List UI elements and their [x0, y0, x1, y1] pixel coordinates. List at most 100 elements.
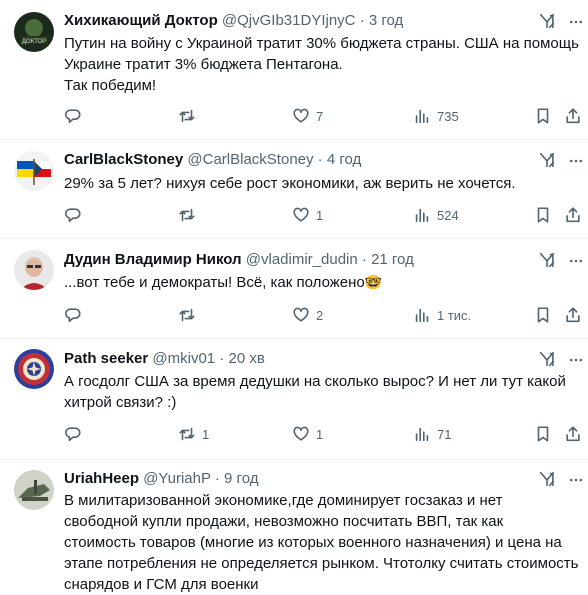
timestamp[interactable]: 20 хв	[229, 350, 265, 367]
avatar[interactable]	[14, 250, 54, 290]
bookmark-icon[interactable]	[534, 306, 552, 324]
like-button[interactable]: 1	[292, 424, 323, 444]
heart-icon	[293, 307, 309, 322]
views-button[interactable]: 71	[413, 424, 451, 444]
retweet-icon	[179, 308, 195, 322]
view-count: 71	[437, 426, 452, 442]
reply-icon	[65, 427, 81, 442]
reply-icon	[65, 208, 81, 223]
reply-button[interactable]	[64, 106, 88, 126]
tweet-text-line: В милитаризованной экономике,где доминир…	[64, 492, 503, 509]
like-count: 1	[316, 426, 324, 442]
more-icon[interactable]	[568, 253, 584, 269]
more-icon[interactable]	[568, 153, 584, 169]
separator-dot: ·	[361, 251, 367, 268]
like-count: 7	[316, 108, 324, 124]
view-count: 735	[437, 108, 459, 124]
views-icon	[415, 427, 429, 442]
bookmark-icon[interactable]	[534, 206, 552, 224]
author-handle[interactable]: @mkiv01	[152, 350, 215, 367]
action-bar: 1 524	[64, 205, 588, 225]
timestamp[interactable]: 3 год	[369, 12, 403, 29]
author-name[interactable]: CarlBlackStoney	[64, 151, 183, 168]
tweet-text: В милитаризованной экономике,где доминир…	[64, 490, 579, 595]
views-button[interactable]: 524	[413, 205, 459, 225]
tweet-text-line: этапе потребления не определяется рынком…	[64, 555, 579, 572]
tweet-text-line: Украине тратит 3% бюджета Пентагона.	[64, 56, 343, 73]
author-name[interactable]: Дудин Владимир Никол	[64, 251, 242, 268]
tweet-text-line: свободной купли продажи, невозможно посч…	[64, 513, 504, 530]
grok-icon[interactable]	[538, 251, 556, 269]
separator-dot: ·	[214, 470, 220, 487]
reply-button[interactable]	[64, 305, 88, 325]
separator-dot: ·	[219, 350, 225, 367]
grok-icon[interactable]	[538, 12, 556, 30]
retweet-button[interactable]	[178, 305, 202, 325]
share-icon[interactable]	[564, 107, 582, 125]
tweet-text-line: 29% за 5 лет? нихуя себе рост экономики,…	[64, 175, 516, 192]
author-handle[interactable]: @YuriahP	[143, 470, 211, 487]
heart-icon	[293, 207, 309, 222]
share-icon[interactable]	[564, 306, 582, 324]
more-icon[interactable]	[568, 352, 584, 368]
retweet-button[interactable]	[178, 205, 202, 225]
more-icon[interactable]	[568, 14, 584, 30]
tweet[interactable]: CarlBlackStoney @CarlBlackStoney · 4 год…	[0, 140, 588, 239]
timestamp[interactable]: 21 год	[371, 251, 414, 268]
author-name[interactable]: Хихикающий Доктор	[64, 12, 218, 29]
author-name[interactable]: UriahHeep	[64, 470, 139, 487]
author-handle[interactable]: @vladimir_dudin	[246, 251, 358, 268]
separator-dot: ·	[359, 12, 365, 29]
retweet-count: 1	[202, 426, 210, 442]
tweet-text: 29% за 5 лет? нихуя себе рост экономики,…	[64, 173, 579, 194]
heart-icon	[293, 108, 309, 123]
retweet-icon	[179, 208, 195, 222]
avatar[interactable]	[14, 349, 54, 389]
avatar[interactable]	[14, 151, 54, 191]
author-handle[interactable]: @QjvGIb31DYIjnyC	[222, 12, 356, 29]
like-count: 1	[316, 207, 324, 223]
like-count: 2	[316, 307, 324, 323]
timestamp[interactable]: 4 год	[327, 151, 361, 168]
timestamp[interactable]: 9 год	[224, 470, 258, 487]
bookmark-icon[interactable]	[534, 425, 552, 443]
share-icon[interactable]	[564, 206, 582, 224]
tweet-text: ...вот тебе и демократы! Всё, как положе…	[64, 272, 579, 293]
tweet-text: Путин на войну с Украиной тратит 30% бюд…	[64, 33, 579, 96]
like-button[interactable]: 1	[292, 205, 323, 225]
tweet-text-line: Путин на войну с Украиной тратит 30% бюд…	[64, 35, 579, 52]
grok-icon[interactable]	[538, 350, 556, 368]
like-button[interactable]: 2	[292, 305, 323, 325]
share-icon[interactable]	[564, 425, 582, 443]
reply-button[interactable]	[64, 205, 88, 225]
tweet-text-line: ...вот тебе и демократы! Всё, как положе…	[64, 274, 365, 291]
avatar-text: ДОКТОР	[22, 39, 46, 45]
grok-icon[interactable]	[538, 470, 556, 488]
retweet-icon	[179, 109, 195, 123]
avatar[interactable]: ДОКТОР	[14, 12, 54, 52]
more-icon[interactable]	[568, 472, 584, 488]
views-icon	[415, 208, 429, 223]
views-button[interactable]: 735	[413, 106, 459, 126]
reply-button[interactable]	[64, 424, 88, 444]
retweet-button[interactable]	[178, 106, 202, 126]
grok-icon[interactable]	[538, 151, 556, 169]
tweet-text: А госдолг США за время дедушки на скольк…	[64, 371, 579, 413]
tweet-text-line: хитрой связи? :)	[64, 394, 177, 411]
bookmark-icon[interactable]	[534, 107, 552, 125]
views-icon	[415, 308, 429, 323]
tweet[interactable]: UriahHeep @YuriahP · 9 год В милитаризов…	[0, 460, 588, 595]
author-name[interactable]: Path seeker	[64, 350, 148, 367]
tweet[interactable]: Дудин Владимир Никол @vladimir_dudin · 2…	[0, 239, 588, 339]
retweet-button[interactable]: 1	[178, 424, 209, 444]
view-count: 1 тис.	[437, 307, 472, 323]
author-handle[interactable]: @CarlBlackStoney	[187, 151, 313, 168]
avatar[interactable]	[14, 470, 54, 510]
tweet[interactable]: ДОКТОР Хихикающий Доктор @QjvGIb31DYIjny…	[0, 0, 588, 140]
action-bar: 1 1 71	[64, 424, 588, 444]
heart-icon	[293, 426, 309, 441]
tweet[interactable]: Path seeker @mkiv01 · 20 хв А госдолг СШ…	[0, 339, 588, 459]
like-button[interactable]: 7	[292, 106, 323, 126]
views-button[interactable]: 1 тис.	[413, 305, 471, 325]
retweet-icon	[179, 427, 195, 441]
